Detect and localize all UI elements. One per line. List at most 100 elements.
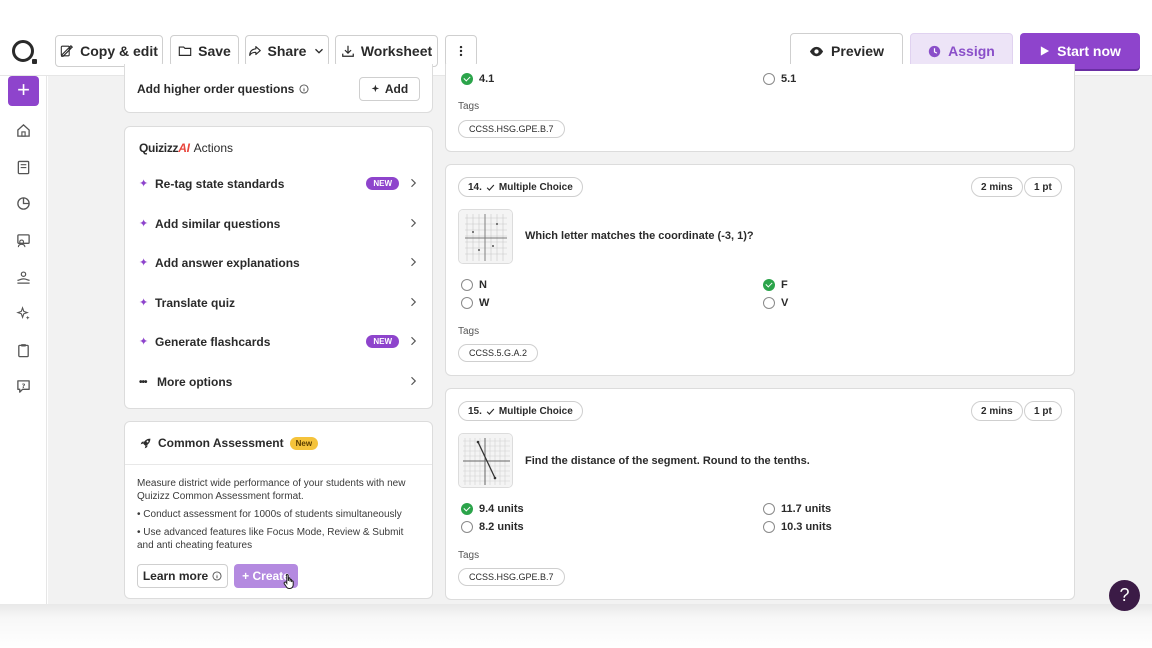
standard-tag-chip[interactable]: CCSS.5.G.A.2	[458, 344, 539, 362]
question-image[interactable]	[458, 209, 513, 264]
create-plus-button[interactable]: +	[8, 76, 39, 106]
option: N	[461, 279, 487, 291]
option: 10.3 units	[763, 521, 832, 533]
clock-icon	[928, 45, 941, 57]
ca-bullet-1: • Conduct assessment for 1000s of studen…	[137, 509, 402, 520]
option: V	[763, 297, 788, 309]
chevron-right-icon	[411, 297, 417, 307]
points-pill[interactable]: 1 pt	[1024, 177, 1062, 197]
rocket-icon	[140, 438, 151, 448]
classes-icon[interactable]	[16, 233, 31, 248]
info-icon[interactable]	[299, 84, 309, 94]
learn-more-button[interactable]: Learn more	[137, 564, 228, 588]
sparkle-icon	[371, 84, 379, 93]
bottom-fade	[0, 604, 1152, 648]
standard-tag-chip[interactable]: CCSS.HSG.GPE.B.7	[458, 120, 565, 138]
save-button[interactable]: Save	[170, 35, 239, 67]
ai-actions-card: QuizizzAI Actions ✦ Re-tag state standar…	[124, 126, 433, 409]
action-retag-standards[interactable]: ✦ Re-tag state standards NEW	[139, 174, 419, 194]
library-icon[interactable]	[16, 160, 31, 175]
question-mark-icon: ?	[1119, 585, 1130, 605]
check-icon	[486, 408, 495, 415]
chevron-right-icon	[411, 376, 417, 386]
copy-edit-button[interactable]: Copy & edit	[55, 35, 163, 67]
check-icon	[486, 184, 495, 191]
segment-graph-image	[459, 434, 512, 487]
points-pill[interactable]: 1 pt	[1024, 401, 1062, 421]
ai-actions-title: Actions	[193, 141, 233, 155]
action-add-similar[interactable]: ✦ Add similar questions	[139, 214, 419, 234]
ai-actions-header: QuizizzAI Actions	[139, 141, 233, 155]
check-circle-icon	[461, 73, 473, 85]
question-card-14: 14. Multiple Choice 2 mins 1 pt Which le…	[445, 164, 1075, 376]
tags-label: Tags	[458, 550, 480, 561]
clipboard-icon[interactable]	[16, 343, 31, 358]
action-add-explanations[interactable]: ✦ Add answer explanations	[139, 253, 419, 273]
quizizz-logo-icon[interactable]	[12, 40, 37, 64]
question-text: Which letter matches the coordinate (-3,…	[525, 230, 754, 242]
ca-bullet-2: • Use advanced features like Focus Mode,…	[137, 527, 404, 551]
ai-sparkle-icon[interactable]	[16, 306, 31, 321]
time-pill[interactable]: 2 mins	[971, 177, 1023, 197]
svg-text:?: ?	[22, 382, 26, 390]
question-card-15: 15. Multiple Choice 2 mins 1 pt Find the…	[445, 388, 1075, 600]
chevron-down-icon	[315, 48, 324, 54]
sparkle-icon: ✦	[139, 177, 149, 190]
info-icon	[212, 571, 222, 581]
tags-label: Tags	[458, 101, 480, 112]
sparkle-icon: ✦	[139, 217, 149, 230]
tags-label: Tags	[458, 326, 480, 337]
assign-label: Assign	[948, 43, 995, 59]
quizizz-ai-logo: QuizizzAI	[139, 141, 190, 155]
chevron-right-icon	[411, 257, 417, 267]
option-correct: 4.1	[461, 73, 494, 85]
new-badge: New	[289, 436, 319, 450]
accommodations-icon[interactable]	[16, 270, 31, 285]
action-more-options[interactable]: ••• More options	[139, 372, 419, 392]
standard-tag-chip[interactable]: CCSS.HSG.GPE.B.7	[458, 568, 565, 586]
divider	[125, 464, 432, 465]
higher-order-card: Add higher order questions Add	[124, 64, 433, 113]
sparkle-icon: ✦	[139, 335, 149, 348]
option: 5.1	[763, 73, 796, 85]
option: 11.7 units	[763, 503, 831, 515]
check-circle-icon	[763, 279, 775, 291]
more-menu-button[interactable]	[445, 35, 477, 67]
radio-icon	[461, 521, 473, 533]
ellipsis-icon: •••	[139, 376, 148, 388]
copy-edit-label: Copy & edit	[80, 43, 158, 59]
question-text: Find the distance of the segment. Round …	[525, 455, 810, 467]
home-icon[interactable]	[16, 123, 31, 138]
higher-order-label: Add higher order questions	[137, 82, 309, 96]
check-circle-icon	[461, 503, 473, 515]
question-type-tag: 14. Multiple Choice	[458, 177, 583, 197]
eye-icon	[809, 46, 824, 56]
question-image[interactable]	[458, 433, 513, 488]
radio-icon	[763, 503, 775, 515]
radio-icon	[763, 73, 775, 85]
option-correct: 9.4 units	[461, 503, 524, 515]
left-rail: + ?	[0, 76, 47, 624]
download-icon	[341, 45, 354, 57]
action-generate-flashcards[interactable]: ✦ Generate flashcards NEW	[139, 332, 419, 352]
time-pill[interactable]: 2 mins	[971, 401, 1023, 421]
worksheet-button[interactable]: Worksheet	[335, 35, 438, 67]
help-button[interactable]: ?	[1109, 580, 1140, 611]
radio-icon	[461, 297, 473, 309]
chevron-right-icon	[411, 218, 417, 228]
edit-icon	[60, 44, 74, 57]
share-label: Share	[267, 43, 307, 59]
option-correct: F	[763, 279, 788, 291]
reports-icon[interactable]	[16, 196, 31, 211]
radio-icon	[763, 521, 775, 533]
help-chat-icon[interactable]: ?	[16, 379, 31, 394]
radio-icon	[763, 297, 775, 309]
radio-icon	[461, 279, 473, 291]
add-higher-order-button[interactable]: Add	[359, 77, 420, 101]
question-card-13: 4.1 5.1 Tags CCSS.HSG.GPE.B.7	[445, 64, 1075, 152]
common-assessment-header: Common Assessment New	[139, 436, 319, 450]
folder-icon	[178, 46, 192, 56]
share-button[interactable]: Share	[245, 35, 329, 67]
action-translate-quiz[interactable]: ✦ Translate quiz	[139, 293, 419, 313]
sparkle-icon: ✦	[139, 296, 149, 309]
